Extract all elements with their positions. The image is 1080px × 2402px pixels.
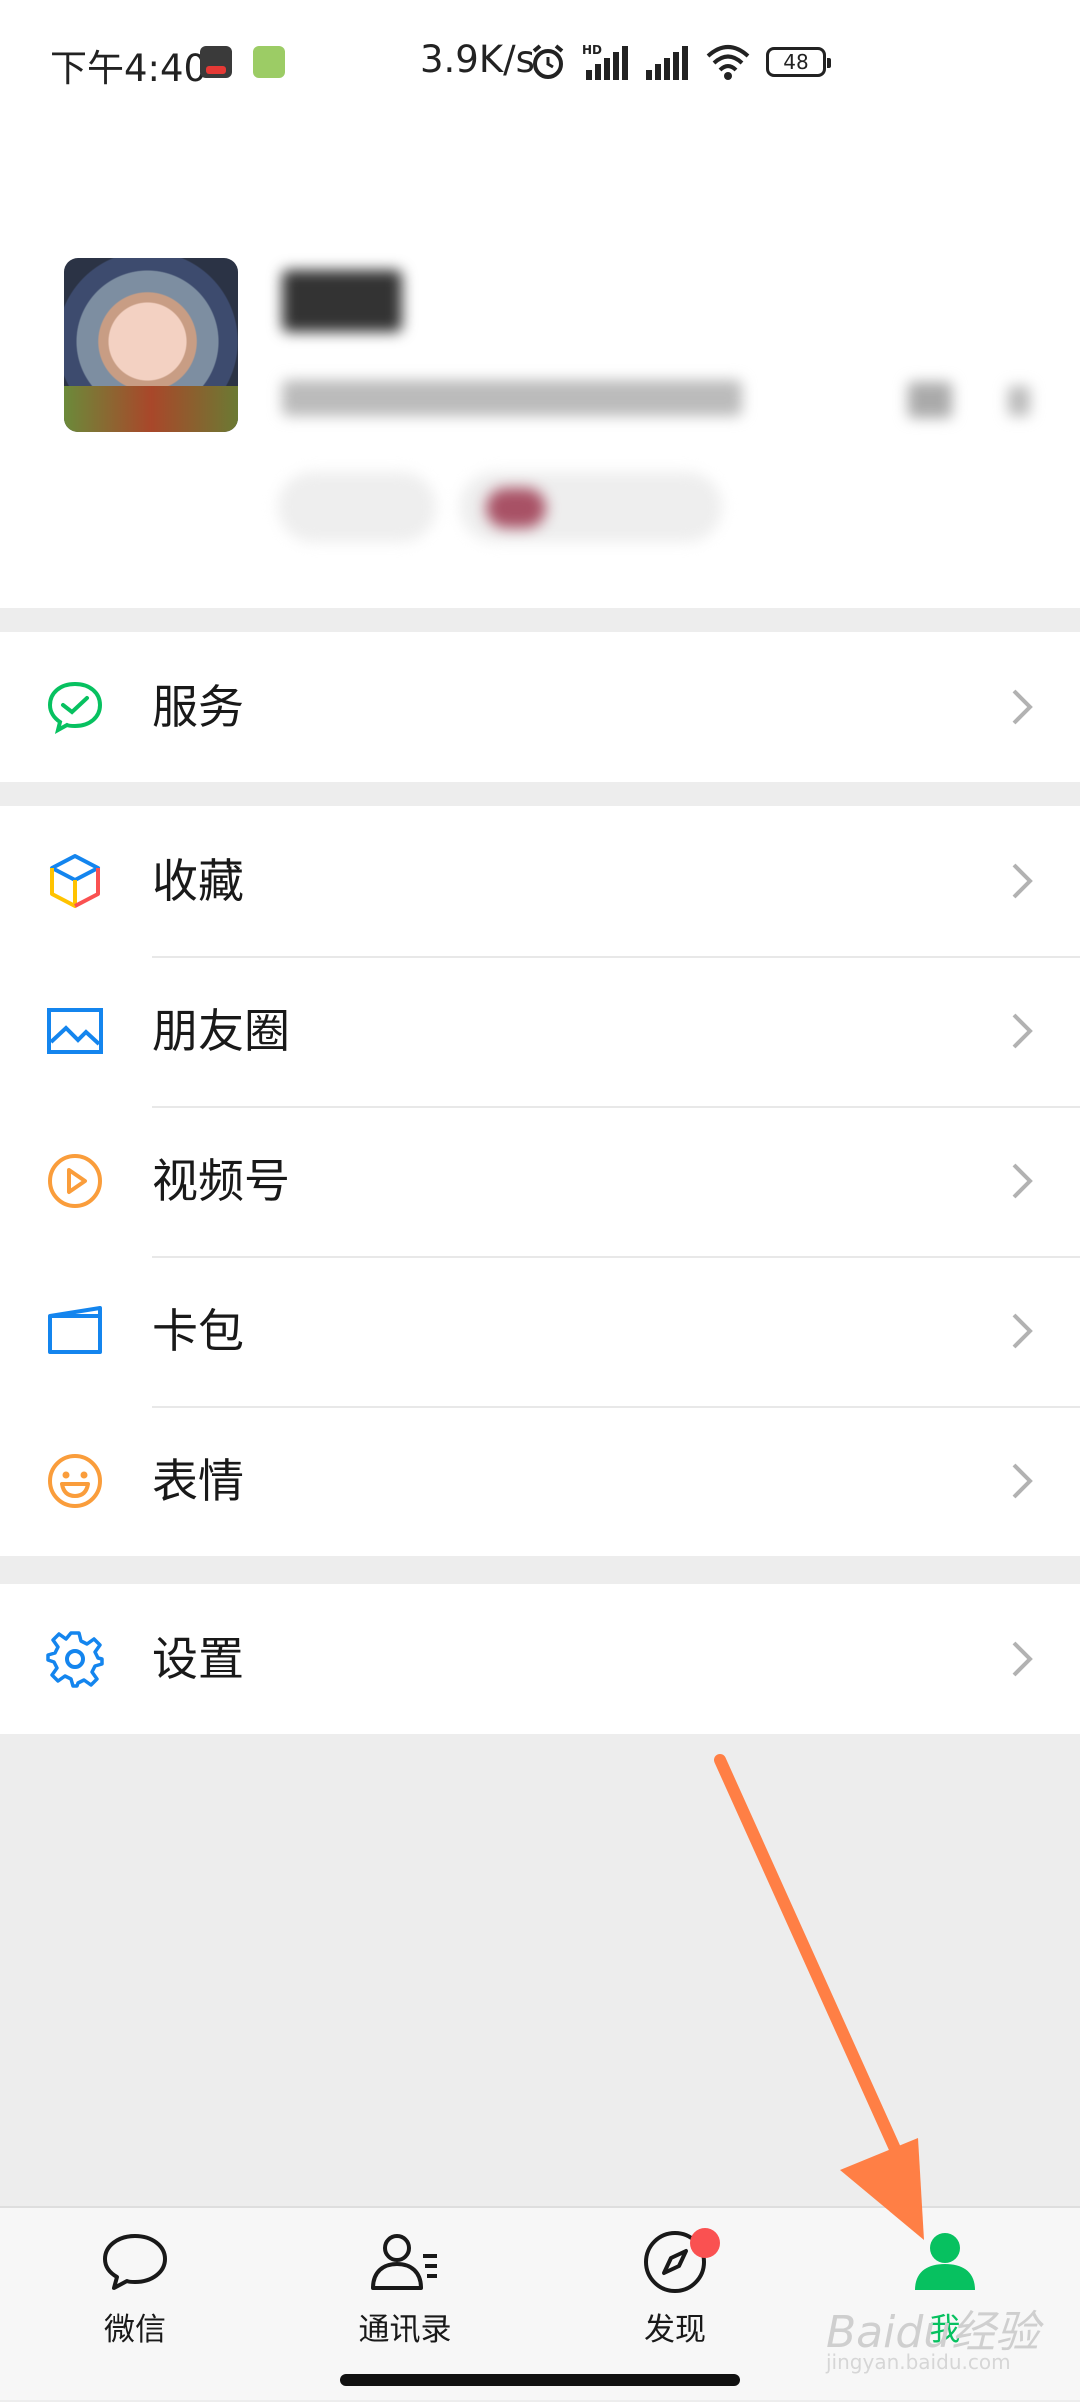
chat-bubble-icon — [99, 2226, 171, 2298]
divider — [152, 1256, 1080, 1258]
home-indicator[interactable] — [340, 2374, 740, 2386]
status-pill[interactable] — [278, 472, 436, 542]
alarm-icon — [532, 44, 564, 79]
menu-item-channels[interactable]: 视频号 — [0, 1106, 1080, 1256]
chevron-right-icon — [1002, 1637, 1042, 1681]
menu-label: 卡包 — [152, 1304, 244, 1358]
discover-badge — [690, 2228, 720, 2258]
menu-group-settings: 设置 — [0, 1584, 1080, 1734]
moments-icon — [46, 1002, 104, 1060]
status-bar: 下午4:40 3.9K/s HD 48 — [0, 0, 1080, 130]
me-person-icon — [909, 2226, 981, 2298]
menu-item-services[interactable]: 服务 — [0, 632, 1080, 782]
profile-header[interactable] — [0, 130, 1080, 608]
card-icon — [46, 1302, 104, 1360]
settings-gear-icon — [46, 1630, 104, 1688]
status-icons: HD 48 — [528, 42, 831, 82]
hd-signal-icon: HD — [582, 43, 628, 80]
service-icon — [46, 678, 104, 736]
divider — [152, 1106, 1080, 1108]
qq-icon — [200, 46, 232, 78]
menu-item-card[interactable]: 卡包 — [0, 1256, 1080, 1406]
friends-avatars — [486, 488, 546, 528]
channels-icon — [46, 1152, 104, 1210]
contacts-icon — [369, 2226, 441, 2298]
chevron-right-icon — [1002, 859, 1042, 903]
menu-label: 设置 — [152, 1632, 244, 1686]
tab-label: 微信 — [104, 2312, 166, 2348]
watermark-url: jingyan.baidu.com — [826, 2350, 1011, 2374]
menu-label: 服务 — [152, 680, 244, 734]
menu-item-moments[interactable]: 朋友圈 — [0, 956, 1080, 1106]
chevron-right-icon — [1002, 1309, 1042, 1353]
menu-label: 收藏 — [152, 854, 244, 908]
divider — [152, 1406, 1080, 1408]
avatar[interactable] — [64, 258, 238, 432]
qr-code-icon[interactable] — [908, 382, 952, 418]
chevron-right-icon — [1002, 685, 1042, 729]
menu-label: 表情 — [152, 1454, 244, 1508]
chevron-right-icon — [1002, 1459, 1042, 1503]
divider — [152, 956, 1080, 958]
menu-group-main: 收藏 朋友圈 视频号 卡包 表情 — [0, 806, 1080, 1556]
tab-label: 发现 — [644, 2312, 706, 2348]
status-time: 下午4:40 — [50, 47, 208, 90]
battery-icon: 48 — [766, 47, 831, 77]
app-icon — [253, 46, 285, 78]
tab-chats[interactable]: 微信 — [0, 2208, 270, 2402]
nickname-blurred — [282, 270, 402, 332]
menu-group-services: 服务 — [0, 632, 1080, 782]
tab-discover[interactable]: 发现 — [540, 2208, 810, 2402]
tab-contacts[interactable]: 通讯录 — [270, 2208, 540, 2402]
menu-item-favorites[interactable]: 收藏 — [0, 806, 1080, 956]
chevron-right-icon — [1002, 1009, 1042, 1053]
wifi-icon — [706, 45, 750, 80]
svg-text:HD: HD — [582, 43, 602, 57]
profile-chevron-icon[interactable] — [1008, 386, 1030, 416]
menu-item-settings[interactable]: 设置 — [0, 1584, 1080, 1734]
menu-item-stickers[interactable]: 表情 — [0, 1406, 1080, 1556]
chevron-right-icon — [1002, 1159, 1042, 1203]
wechat-id-blurred — [282, 380, 742, 416]
network-speed: 3.9K/s — [420, 38, 535, 81]
signal-icon — [646, 46, 688, 80]
favorites-cube-icon — [46, 852, 104, 910]
tab-label: 通讯录 — [358, 2312, 452, 2348]
menu-label: 朋友圈 — [152, 1004, 290, 1058]
sticker-icon — [46, 1452, 104, 1510]
menu-label: 视频号 — [152, 1154, 290, 1208]
